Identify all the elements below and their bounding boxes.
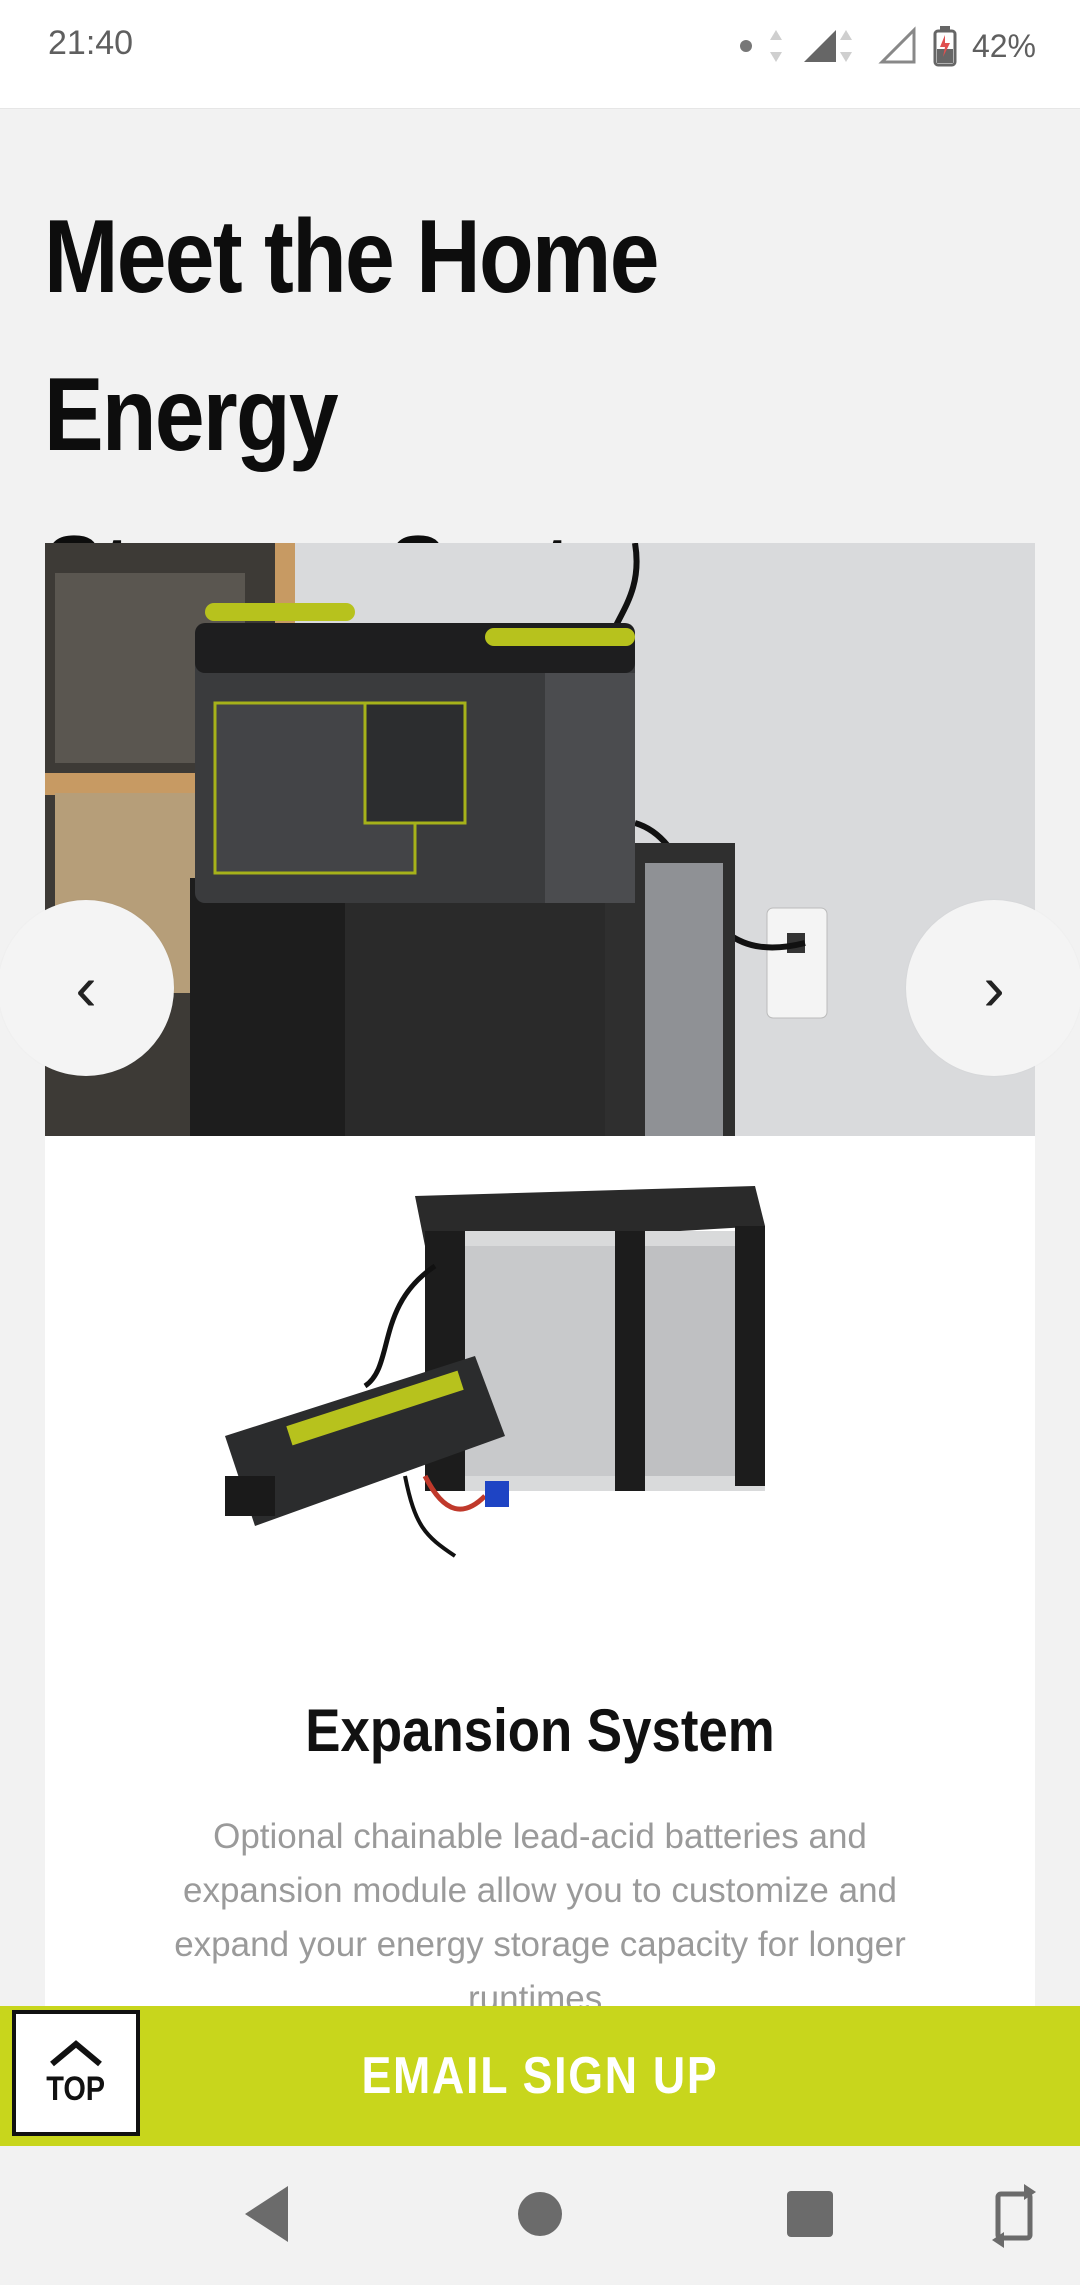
carousel-next-button[interactable]: ›	[906, 900, 1080, 1076]
back-to-top-label: TOP	[46, 2069, 106, 2108]
carousel-image[interactable]	[45, 543, 1035, 1136]
signal-strong-icon	[803, 30, 852, 62]
data-arrows-icon	[769, 30, 782, 62]
expansion-battery-photo	[225, 1186, 765, 1558]
home-nav-icon[interactable]	[518, 2192, 562, 2236]
notification-dot-icon	[739, 40, 752, 52]
email-signup-button[interactable]: EMAIL SIGN UP	[205, 2046, 876, 2106]
system-nav-icons	[245, 2184, 1036, 2248]
battery-charging-icon	[933, 26, 957, 67]
card-description: Optional chainable lead-acid batteries a…	[174, 1817, 906, 2018]
card-title: Expansion System	[305, 1697, 775, 1764]
chevron-up-icon	[50, 2039, 102, 2066]
status-icons: 42%	[739, 18, 1036, 74]
chevron-left-icon: ‹	[75, 952, 97, 1024]
chevron-right-icon: ›	[983, 952, 1005, 1024]
page-title-line-1: Meet the Home Energy	[44, 199, 659, 473]
power-station-photo	[45, 543, 1035, 1136]
system-nav-bar	[0, 2146, 1080, 2280]
back-nav-icon[interactable]	[245, 2186, 288, 2242]
rotate-nav-icon[interactable]	[992, 2184, 1036, 2248]
feature-card: Expansion System Optional chainable lead…	[45, 1136, 1035, 2018]
battery-percent: 42%	[971, 27, 1036, 64]
carousel-prev-button[interactable]: ‹	[0, 900, 174, 1076]
signal-empty-icon	[878, 26, 916, 64]
recents-nav-icon[interactable]	[787, 2191, 833, 2237]
status-time: 21:40	[48, 24, 134, 62]
status-bar: 21:40 42%	[0, 0, 1080, 109]
back-to-top-button[interactable]: TOP	[12, 2010, 140, 2136]
